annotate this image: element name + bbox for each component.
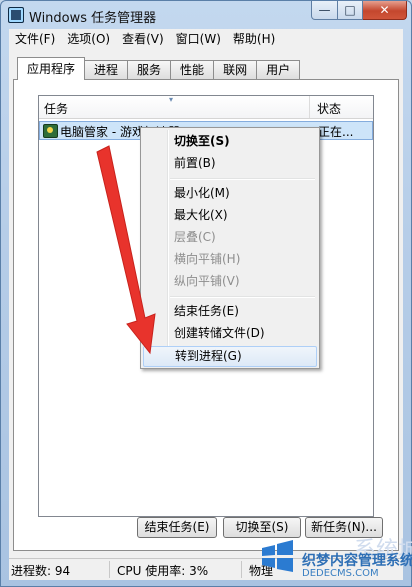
menu-item-tile-horizontal: 横向平铺(H) <box>143 249 315 270</box>
list-header: ▾ 任务 状态 <box>39 95 373 119</box>
menu-file[interactable]: 文件(F) <box>9 29 61 50</box>
window-title: Windows 任务管理器 <box>29 11 157 26</box>
context-menu: 切换至(S) 前置(B) 最小化(M) 最大化(X) 层叠(C) 横向平铺(H)… <box>140 127 320 369</box>
menu-item-label: 转到进程(G) <box>175 349 242 363</box>
status-divider <box>241 561 242 578</box>
pc-manager-app-icon <box>43 124 58 138</box>
minimize-button[interactable]: — <box>311 1 338 20</box>
menu-item-create-dump-file[interactable]: 创建转储文件(D) <box>143 323 315 344</box>
title-bar[interactable]: Windows 任务管理器 — □ ✕ <box>1 1 411 29</box>
menu-divider <box>170 296 315 298</box>
menu-item-label: 创建转储文件(D) <box>174 326 265 340</box>
watermark-url: DEDECMS.COM <box>302 568 379 579</box>
menu-item-cascade: 层叠(C) <box>143 227 315 248</box>
menu-item-tile-vertical: 纵向平铺(V) <box>143 271 315 292</box>
menu-divider <box>170 178 315 180</box>
close-button[interactable]: ✕ <box>363 1 407 20</box>
menu-item-end-task[interactable]: 结束任务(E) <box>143 301 315 322</box>
watermark: 系统城 织梦内容管理系统 DEDECMS.COM <box>258 534 412 586</box>
menu-item-minimize[interactable]: 最小化(M) <box>143 183 315 204</box>
tab-services[interactable]: 服务 <box>128 60 172 80</box>
menu-item-label: 纵向平铺(V) <box>174 274 240 288</box>
menu-item-bring-to-front[interactable]: 前置(B) <box>143 153 315 174</box>
menu-item-label: 横向平铺(H) <box>174 252 241 266</box>
tab-applications[interactable]: 应用程序 <box>17 57 86 80</box>
menu-item-label: 前置(B) <box>174 156 216 170</box>
caption-buttons: — □ ✕ <box>311 1 407 21</box>
end-task-button[interactable]: 结束任务(E) <box>137 517 217 538</box>
watermark-cms-name: 织梦内容管理系统 <box>302 553 412 569</box>
menu-help[interactable]: 帮助(H) <box>227 29 281 50</box>
menu-item-maximize[interactable]: 最大化(X) <box>143 205 315 226</box>
menu-view[interactable]: 查看(V) <box>116 29 170 50</box>
menu-item-go-to-process[interactable]: 转到进程(G) <box>143 346 317 367</box>
cpu-usage: CPU 使用率: 3% <box>117 564 209 578</box>
column-header-status[interactable]: 状态 <box>317 100 341 117</box>
windows-logo-icon <box>262 540 293 572</box>
column-divider[interactable] <box>309 96 310 118</box>
menu-bar: 文件(F) 选项(O) 查看(V) 窗口(W) 帮助(H) <box>9 29 403 50</box>
tab-strip: 应用程序 进程 服务 性能 联网 用户 <box>17 57 301 80</box>
process-count: 进程数: 94 <box>11 564 71 578</box>
sort-indicator-icon: ▾ <box>169 95 174 104</box>
menu-item-label: 最大化(X) <box>174 208 228 222</box>
tab-users[interactable]: 用户 <box>257 60 301 80</box>
maximize-button[interactable]: □ <box>338 1 363 20</box>
menu-options[interactable]: 选项(O) <box>61 29 116 50</box>
column-header-task[interactable]: 任务 <box>44 100 68 117</box>
menu-item-label: 结束任务(E) <box>174 304 239 318</box>
status-divider <box>109 561 110 578</box>
task-manager-icon <box>8 7 24 23</box>
menu-item-label: 切换至(S) <box>174 134 230 148</box>
menu-window[interactable]: 窗口(W) <box>170 29 227 50</box>
menu-item-label: 层叠(C) <box>174 230 216 244</box>
tab-performance[interactable]: 性能 <box>171 60 215 80</box>
menu-item-switch-to[interactable]: 切换至(S) <box>143 131 315 152</box>
tab-processes[interactable]: 进程 <box>85 60 129 80</box>
menu-item-label: 最小化(M) <box>174 186 230 200</box>
task-status: 正在... <box>318 125 354 139</box>
tab-networking[interactable]: 联网 <box>214 60 258 80</box>
